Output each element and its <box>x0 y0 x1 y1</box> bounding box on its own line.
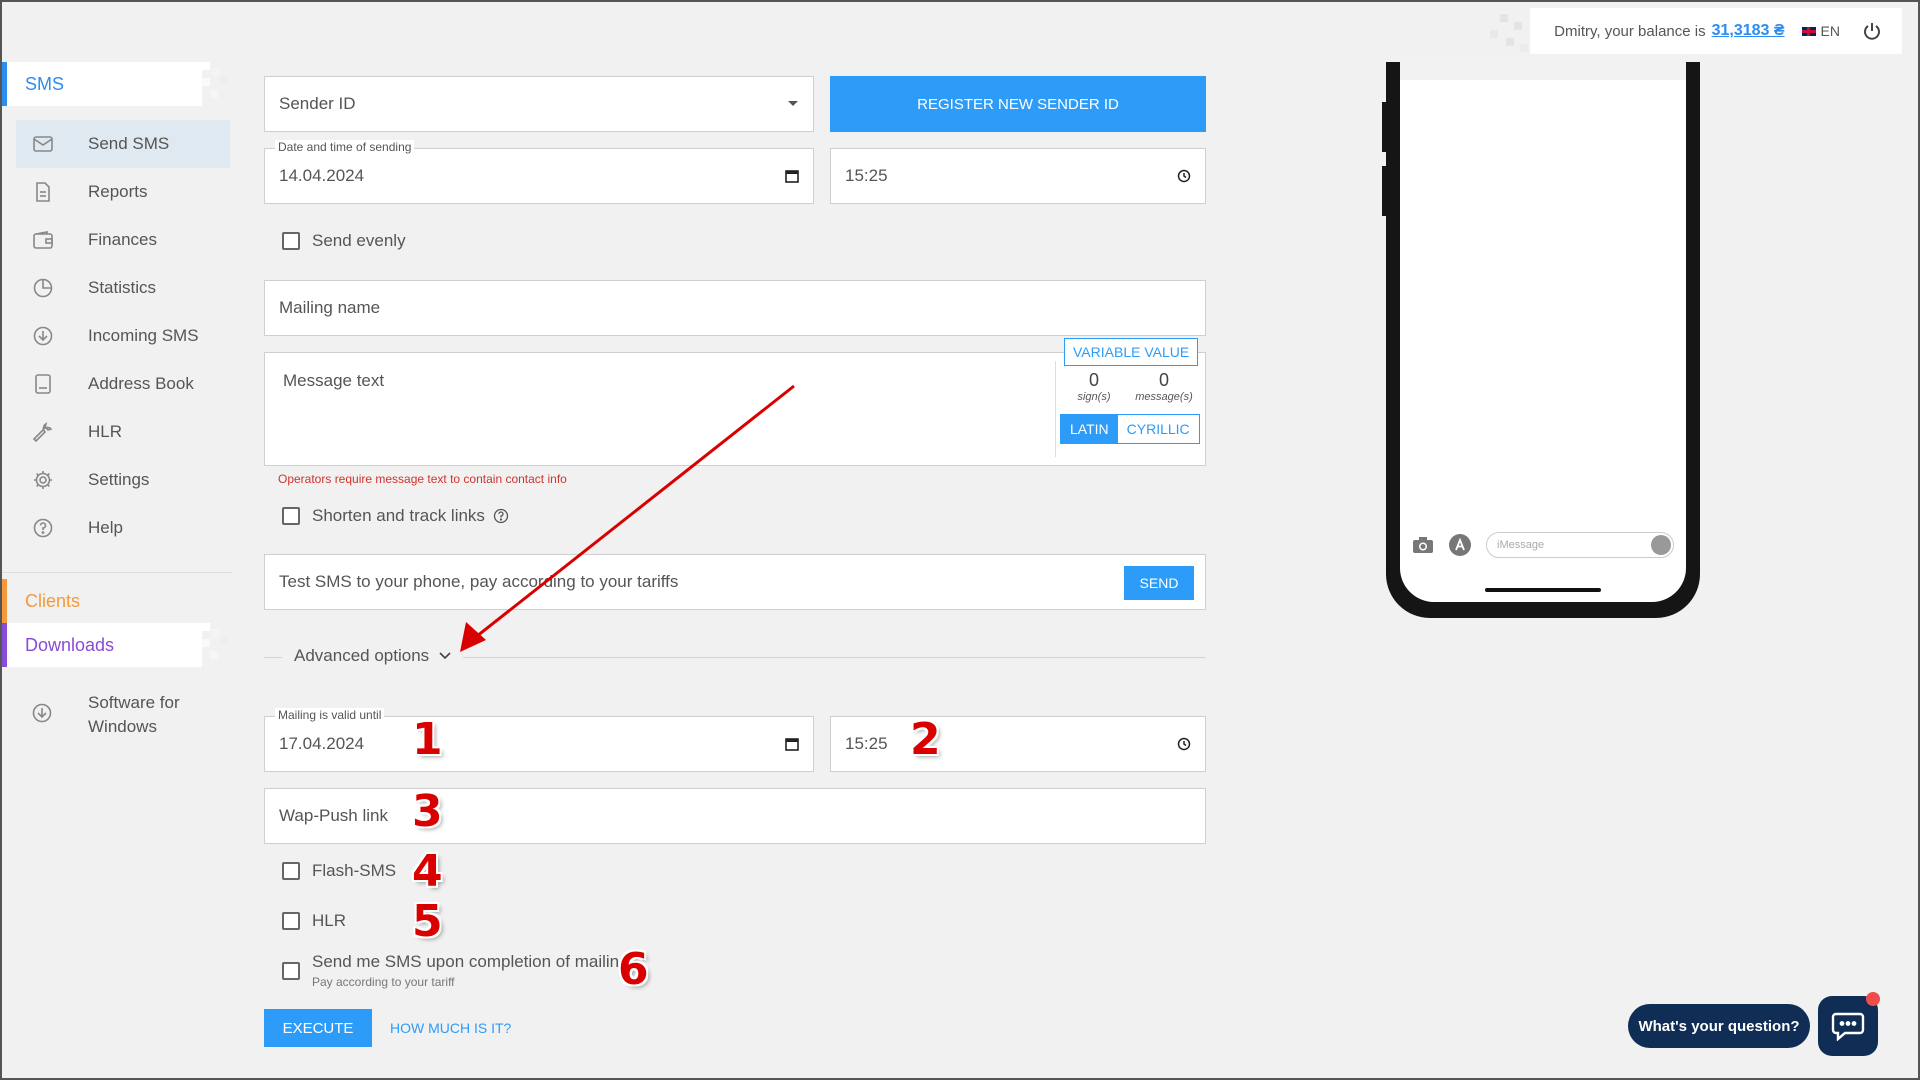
notification-dot <box>1866 992 1880 1006</box>
phone-screen: iMessage <box>1400 62 1686 602</box>
phone-side-button <box>1382 102 1386 152</box>
chat-prompt-label: What's your question? <box>1638 1017 1800 1035</box>
app-store-icon <box>1449 534 1471 556</box>
phone-preview: iMessage <box>1382 62 1700 618</box>
phone-message-header <box>1400 62 1686 80</box>
chat-prompt[interactable]: What's your question? <box>1628 1004 1810 1048</box>
chat-icon <box>1831 1012 1865 1041</box>
phone-input-bar: iMessage <box>1412 532 1674 558</box>
imessage-input: iMessage <box>1486 532 1674 558</box>
camera-icon <box>1413 537 1433 553</box>
audio-icon <box>1651 535 1671 555</box>
imessage-placeholder: iMessage <box>1497 539 1545 551</box>
phone-side-button <box>1382 166 1386 216</box>
home-indicator <box>1485 588 1601 592</box>
